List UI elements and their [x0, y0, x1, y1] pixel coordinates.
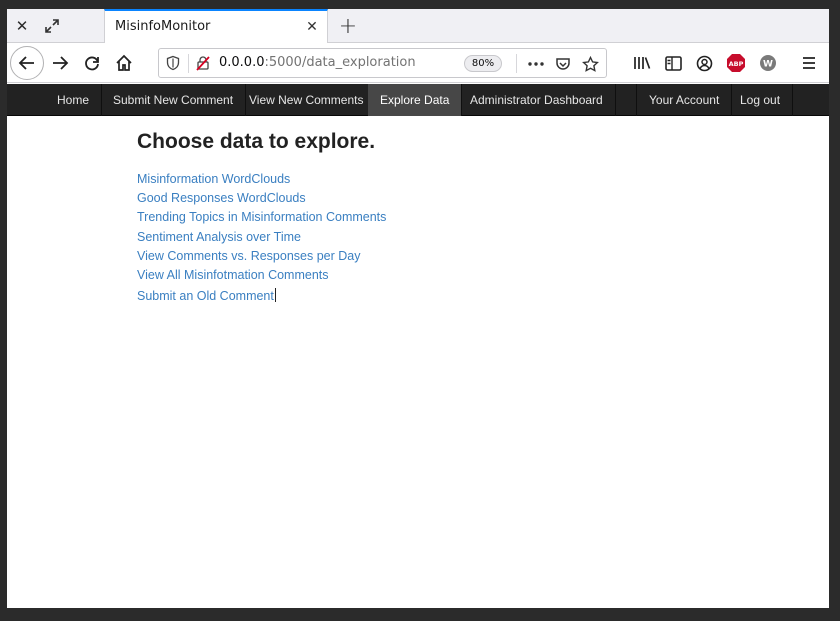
tracking-shield-icon[interactable] — [165, 55, 181, 71]
account-icon[interactable] — [689, 48, 719, 78]
url-path: :5000/data_exploration — [264, 55, 416, 70]
explore-links-list: Misinformation WordClouds Good Responses… — [137, 170, 386, 306]
reload-button[interactable] — [77, 48, 107, 78]
tab-strip: ✕ MisinfoMonitor ✕ + — [7, 9, 829, 44]
text-cursor — [274, 288, 276, 303]
adblock-icon[interactable]: ABP — [721, 48, 751, 78]
nav-view-new-comments[interactable]: View New Comments — [237, 84, 377, 116]
link-misinformation-wordclouds[interactable]: Misinformation WordClouds — [137, 170, 386, 189]
insecure-lock-icon[interactable] — [195, 55, 211, 71]
link-submit-old-comment[interactable]: Submit an Old Comment — [137, 289, 274, 303]
adblock-label: ABP — [729, 60, 744, 68]
link-trending-topics[interactable]: Trending Topics in Misinformation Commen… — [137, 208, 386, 227]
divider — [516, 54, 517, 73]
zoom-indicator[interactable]: 80% — [464, 55, 502, 72]
nav-explore-data[interactable]: Explore Data — [368, 84, 463, 116]
extension-w-icon[interactable]: W — [753, 48, 783, 78]
link-sentiment-analysis[interactable]: Sentiment Analysis over Time — [137, 228, 386, 247]
new-tab-icon[interactable]: + — [333, 10, 363, 42]
close-window-icon[interactable]: ✕ — [7, 9, 37, 43]
nav-home[interactable]: Home — [45, 84, 103, 116]
extension-w-label: W — [763, 60, 773, 70]
nav-administrator-dashboard[interactable]: Administrator Dashboard — [458, 84, 616, 116]
url-text: 0.0.0.0:5000/data_exploration — [219, 55, 416, 70]
back-button[interactable] — [10, 46, 44, 80]
browser-tab[interactable]: MisinfoMonitor ✕ — [104, 9, 328, 44]
pocket-icon[interactable] — [553, 54, 573, 74]
home-button[interactable] — [109, 48, 139, 78]
nav-toolbar: 0.0.0.0:5000/data_exploration 80% ABP W — [7, 43, 829, 83]
link-good-responses-wordclouds[interactable]: Good Responses WordClouds — [137, 189, 386, 208]
library-icon[interactable] — [627, 48, 657, 78]
browser-window: ✕ MisinfoMonitor ✕ + 0.0.0.0:5000/data_e… — [7, 9, 829, 608]
last-link-row: Submit an Old Comment — [137, 285, 386, 306]
page-title: Choose data to explore. — [137, 130, 376, 153]
hamburger-menu-icon[interactable] — [794, 48, 824, 78]
url-bar[interactable]: 0.0.0.0:5000/data_exploration 80% — [158, 48, 607, 78]
link-comments-vs-responses[interactable]: View Comments vs. Responses per Day — [137, 247, 386, 266]
forward-button[interactable] — [45, 48, 75, 78]
nav-submit-new-comment[interactable]: Submit New Comment — [101, 84, 247, 116]
link-view-all-comments[interactable]: View All Misinfotmation Comments — [137, 266, 386, 285]
url-host: 0.0.0.0 — [219, 55, 265, 70]
page-actions-icon[interactable] — [526, 54, 546, 74]
nav-your-account[interactable]: Your Account — [636, 84, 733, 116]
main-content: Choose data to explore. Misinformation W… — [7, 116, 829, 608]
tab-title: MisinfoMonitor — [115, 19, 211, 34]
sidebar-icon[interactable] — [658, 48, 688, 78]
site-navbar: Home Submit New Comment View New Comment… — [7, 84, 829, 116]
tab-close-icon[interactable]: ✕ — [303, 18, 321, 36]
restore-window-icon[interactable] — [37, 9, 67, 43]
bookmark-star-icon[interactable] — [580, 54, 600, 74]
divider — [188, 54, 189, 73]
nav-log-out[interactable]: Log out — [728, 84, 794, 116]
